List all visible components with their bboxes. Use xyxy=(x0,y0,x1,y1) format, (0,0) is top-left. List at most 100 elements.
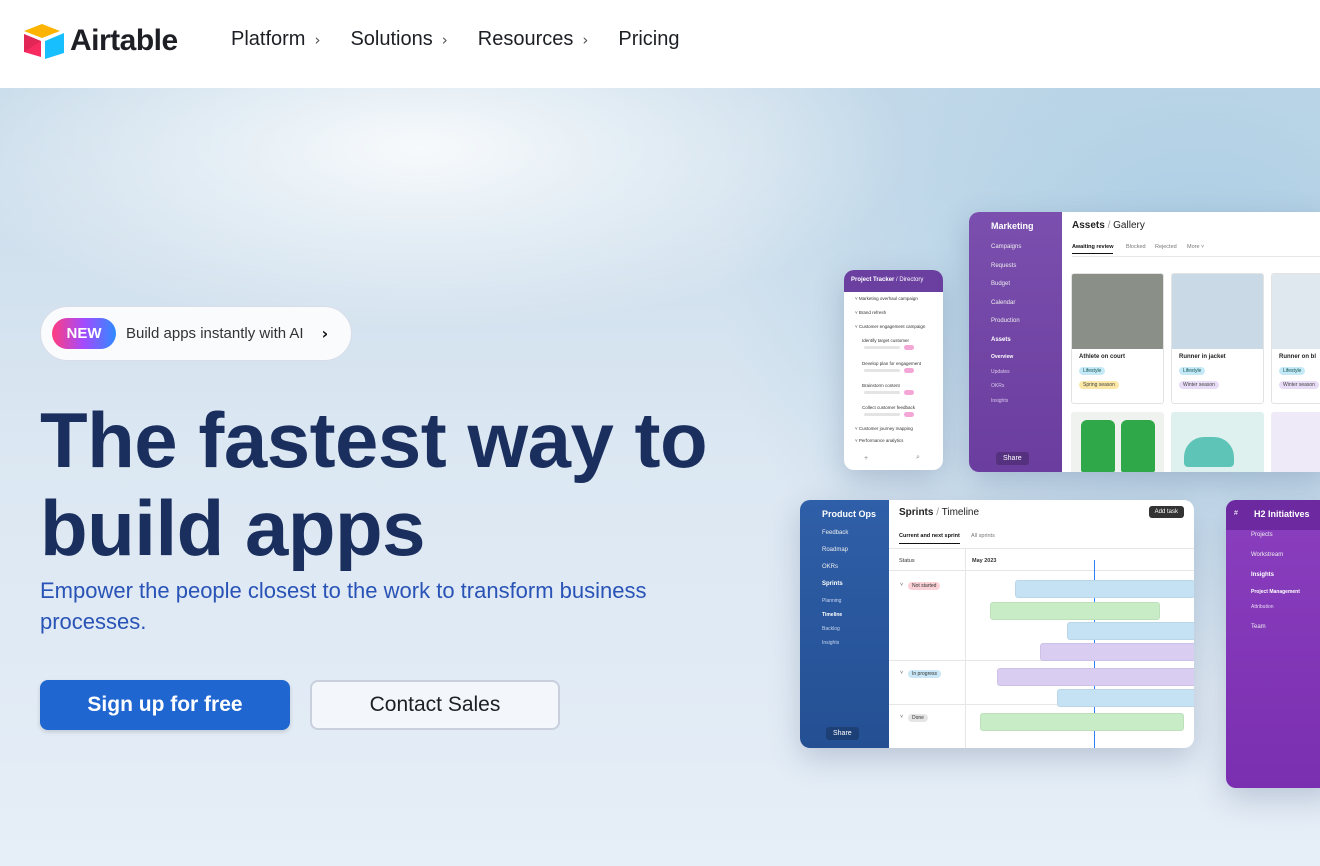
sidebar-item[interactable]: Workstream xyxy=(1251,552,1283,558)
tag: Winter season xyxy=(1279,381,1319,389)
hero-subheadline: Empower the people closest to the work t… xyxy=(40,578,647,634)
sidebar-subitem[interactable]: Overview xyxy=(991,354,1013,360)
search-icon[interactable]: ⌕ xyxy=(916,454,920,462)
timeline-bar[interactable] xyxy=(1067,622,1194,640)
gallery-card[interactable]: Runner on bl Lifestyle Winter season xyxy=(1271,273,1320,404)
airtable-logo[interactable]: Airtable xyxy=(22,23,178,59)
gallery-title: Assets xyxy=(1072,220,1105,231)
marketing-gallery-card: Marketing Campaigns Requests Budget Calenda… xyxy=(969,212,1320,472)
status-tag: In progress xyxy=(908,670,942,678)
tracker-row[interactable]: ˅ Marketing overhaul campaign xyxy=(855,296,918,301)
gallery-card-name: Runner on bl xyxy=(1279,354,1316,360)
share-button[interactable]: Share xyxy=(996,452,1029,465)
gallery-image xyxy=(1172,274,1263,349)
marketing-title: Marketing xyxy=(991,221,1034,231)
timeline-bar[interactable] xyxy=(990,602,1160,620)
gallery-card-name: Runner in jacket xyxy=(1179,354,1226,360)
timeline-tab[interactable]: Current and next sprint xyxy=(899,533,960,544)
airtable-logo-icon xyxy=(24,24,64,59)
chevron-down-icon[interactable]: ˅ xyxy=(900,670,903,676)
sidebar-item[interactable]: Roadmap xyxy=(822,547,848,553)
status-column-header: Status xyxy=(899,558,915,564)
share-button[interactable]: Share xyxy=(826,727,859,740)
timeline-bar[interactable] xyxy=(1015,580,1194,598)
tag: Winter season xyxy=(1179,381,1219,389)
divider xyxy=(965,548,966,748)
marketing-sidebar: Marketing Campaigns Requests Budget Calenda… xyxy=(969,212,1062,472)
timeline-header: Sprints / Timeline xyxy=(899,507,980,518)
tracker-view: Directory xyxy=(899,277,924,283)
tracker-row[interactable]: Identify target customer xyxy=(862,338,909,343)
gallery-card[interactable]: Runner in jacket Lifestyle Winter season xyxy=(1171,273,1264,404)
gallery-card[interactable] xyxy=(1271,412,1320,472)
timeline-bar[interactable] xyxy=(1040,643,1194,661)
status-tag xyxy=(904,368,914,373)
sidebar-item[interactable]: Team xyxy=(1251,624,1266,630)
sidebar-subitem[interactable]: Updates xyxy=(991,369,1010,375)
sidebar-item[interactable]: Calendar xyxy=(991,300,1015,306)
badge-text: Build apps instantly with AI xyxy=(126,325,304,342)
gallery-tab[interactable]: More ˅ xyxy=(1187,244,1204,250)
timeline-bar[interactable] xyxy=(997,668,1194,686)
sidebar-item[interactable]: Insights xyxy=(1251,572,1274,578)
timeline-bar[interactable] xyxy=(1057,689,1194,707)
sidebar-item[interactable]: Assets xyxy=(991,337,1011,343)
sidebar-item[interactable]: OKRs xyxy=(822,564,838,570)
tracker-row[interactable]: Brainstorm content xyxy=(862,383,900,388)
gallery-card-name: Athlete on court xyxy=(1079,354,1125,360)
sidebar-item[interactable]: Feedback xyxy=(822,530,848,536)
nav-resources[interactable]: Resources › xyxy=(478,28,589,51)
add-icon[interactable]: + xyxy=(864,455,868,462)
sidebar-subitem[interactable]: Insights xyxy=(822,640,839,646)
hero-section: NEW Build apps instantly with AI › The f… xyxy=(0,88,1320,866)
tracker-row[interactable]: ˅ Brand refresh xyxy=(855,310,886,315)
add-task-button[interactable]: Add task xyxy=(1148,506,1184,518)
nav-solutions[interactable]: Solutions › xyxy=(350,28,447,51)
ai-announcement-badge[interactable]: NEW Build apps instantly with AI › xyxy=(40,306,352,361)
sidebar-item[interactable]: Production xyxy=(991,318,1020,324)
tracker-row[interactable]: Develop plan for engagement xyxy=(862,361,921,366)
nav-platform-label: Platform xyxy=(231,28,306,50)
share-label: Share xyxy=(1003,455,1022,462)
sidebar-item[interactable]: Requests xyxy=(991,263,1016,269)
tag: Spring season xyxy=(1079,381,1119,389)
status-tag xyxy=(904,345,914,350)
sidebar-item[interactable]: Projects xyxy=(1251,532,1273,538)
tracker-row[interactable]: Collect customer feedback xyxy=(862,405,915,410)
sidebar-item[interactable]: Budget xyxy=(991,281,1010,287)
main-menu: Platform › Solutions › Resources › Pricing xyxy=(231,28,710,51)
sidebar-subitem[interactable]: Attribution xyxy=(1251,604,1274,610)
timeline-tab[interactable]: All sprints xyxy=(971,533,995,539)
nav-platform[interactable]: Platform › xyxy=(231,28,320,51)
tag: Lifestyle xyxy=(1079,367,1106,375)
progress-bar xyxy=(864,369,900,372)
nav-solutions-label: Solutions xyxy=(350,28,433,50)
timeline-bar[interactable] xyxy=(980,713,1184,731)
sidebar-subitem[interactable]: OKRs xyxy=(991,383,1004,389)
sidebar-subitem[interactable]: Project Management xyxy=(1251,589,1300,595)
tracker-row[interactable]: ˅ Performance analytics xyxy=(855,438,903,443)
tracker-row[interactable]: ˅ Customer journey mapping xyxy=(855,426,913,431)
sidebar-item[interactable]: Sprints xyxy=(822,581,843,587)
signup-button[interactable]: Sign up for free xyxy=(40,680,290,730)
sidebar-subitem[interactable]: Planning xyxy=(822,598,841,604)
divider xyxy=(889,548,1194,549)
tracker-row[interactable]: ˅ Customer engagement campaign xyxy=(855,324,925,329)
status-tag xyxy=(904,390,914,395)
chevron-down-icon[interactable]: ˅ xyxy=(900,582,903,588)
chevron-down-icon[interactable]: ˅ xyxy=(900,714,903,720)
nav-pricing[interactable]: Pricing xyxy=(618,28,679,51)
project-tracker-card: Project Tracker / Directory ˅ Marketing … xyxy=(844,270,943,470)
gallery-tab[interactable]: Awaiting review xyxy=(1072,244,1114,254)
sidebar-subitem[interactable]: Backlog xyxy=(822,626,840,632)
sidebar-item[interactable]: Campaigns xyxy=(991,244,1021,250)
product-sidebar: Product Ops Feedback Roadmap OKRs Sprints Pl… xyxy=(800,500,889,748)
sidebar-subitem[interactable]: Insights xyxy=(991,398,1008,404)
gallery-tab[interactable]: Rejected xyxy=(1155,244,1177,250)
status-tag xyxy=(904,412,914,417)
sidebar-subitem[interactable]: Timeline xyxy=(822,612,842,618)
contact-sales-button[interactable]: Contact Sales xyxy=(310,680,560,730)
gallery-tab[interactable]: Blocked xyxy=(1126,244,1146,250)
gallery-card[interactable]: Athlete on court Lifestyle Spring season xyxy=(1071,273,1164,404)
share-label: Share xyxy=(833,730,852,737)
